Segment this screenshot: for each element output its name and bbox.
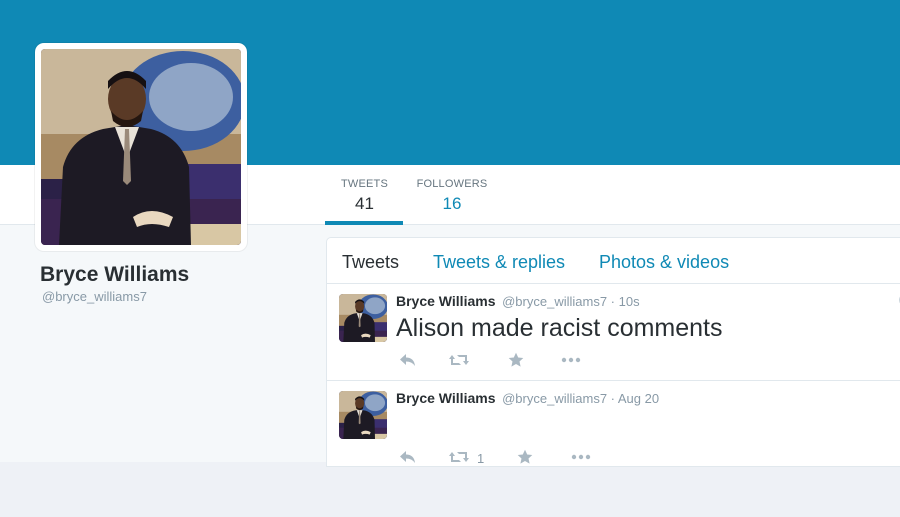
stat-followers[interactable]: FOLLOWERS 16 [412,178,492,214]
profile-avatar-image [41,49,241,245]
stat-tweets[interactable]: TWEETS 41 [327,178,402,214]
tweet-item[interactable]: Bryce Williams @bryce_williams7 · Aug 20… [327,381,900,466]
retweet-icon[interactable] [448,352,470,368]
stat-followers-label: FOLLOWERS [416,178,488,190]
tab-photos-videos[interactable]: Photos & videos [599,252,729,273]
profile-avatar[interactable] [35,43,247,251]
stat-followers-count: 16 [442,194,462,213]
tweet-text: Alison made racist comments [396,314,723,342]
more-dots-icon[interactable] [561,352,581,368]
active-stat-indicator [325,221,403,225]
tweet-meta: @bryce_williams7 · 10s [502,294,640,309]
tweet-meta: @bryce_williams7 · Aug 20 [502,391,660,406]
more-dots-icon[interactable] [571,449,591,465]
timeline-tabs: Tweets Tweets & replies Photos & videos [327,238,900,284]
tab-tweets-replies[interactable]: Tweets & replies [433,252,565,273]
tweet-header: Bryce Williams @bryce_williams7 · 10s [396,293,640,309]
tab-tweets[interactable]: Tweets [342,252,399,273]
stat-tweets-count: 41 [355,194,374,213]
reply-icon[interactable] [399,449,417,465]
favorite-star-icon[interactable] [508,352,524,368]
timeline: Tweets Tweets & replies Photos & videos … [326,237,900,467]
tweet-avatar[interactable] [339,391,387,439]
retweet-count: 1 [477,451,485,466]
tweet-author-name[interactable]: Bryce Williams [396,390,495,406]
page-footer-strip [0,462,900,517]
stat-tweets-label: TWEETS [340,178,389,190]
retweet-icon[interactable] [448,449,470,465]
tweet-author-name[interactable]: Bryce Williams [396,293,495,309]
favorite-star-icon[interactable] [517,449,533,465]
profile-handle[interactable]: @bryce_williams7 [42,289,147,304]
tweet-item[interactable]: Bryce Williams @bryce_williams7 · 10s Al… [327,284,900,381]
profile-name[interactable]: Bryce Williams [40,263,189,287]
tweet-header: Bryce Williams @bryce_williams7 · Aug 20 [396,390,659,406]
reply-icon[interactable] [399,352,417,368]
tweet-avatar[interactable] [339,294,387,342]
